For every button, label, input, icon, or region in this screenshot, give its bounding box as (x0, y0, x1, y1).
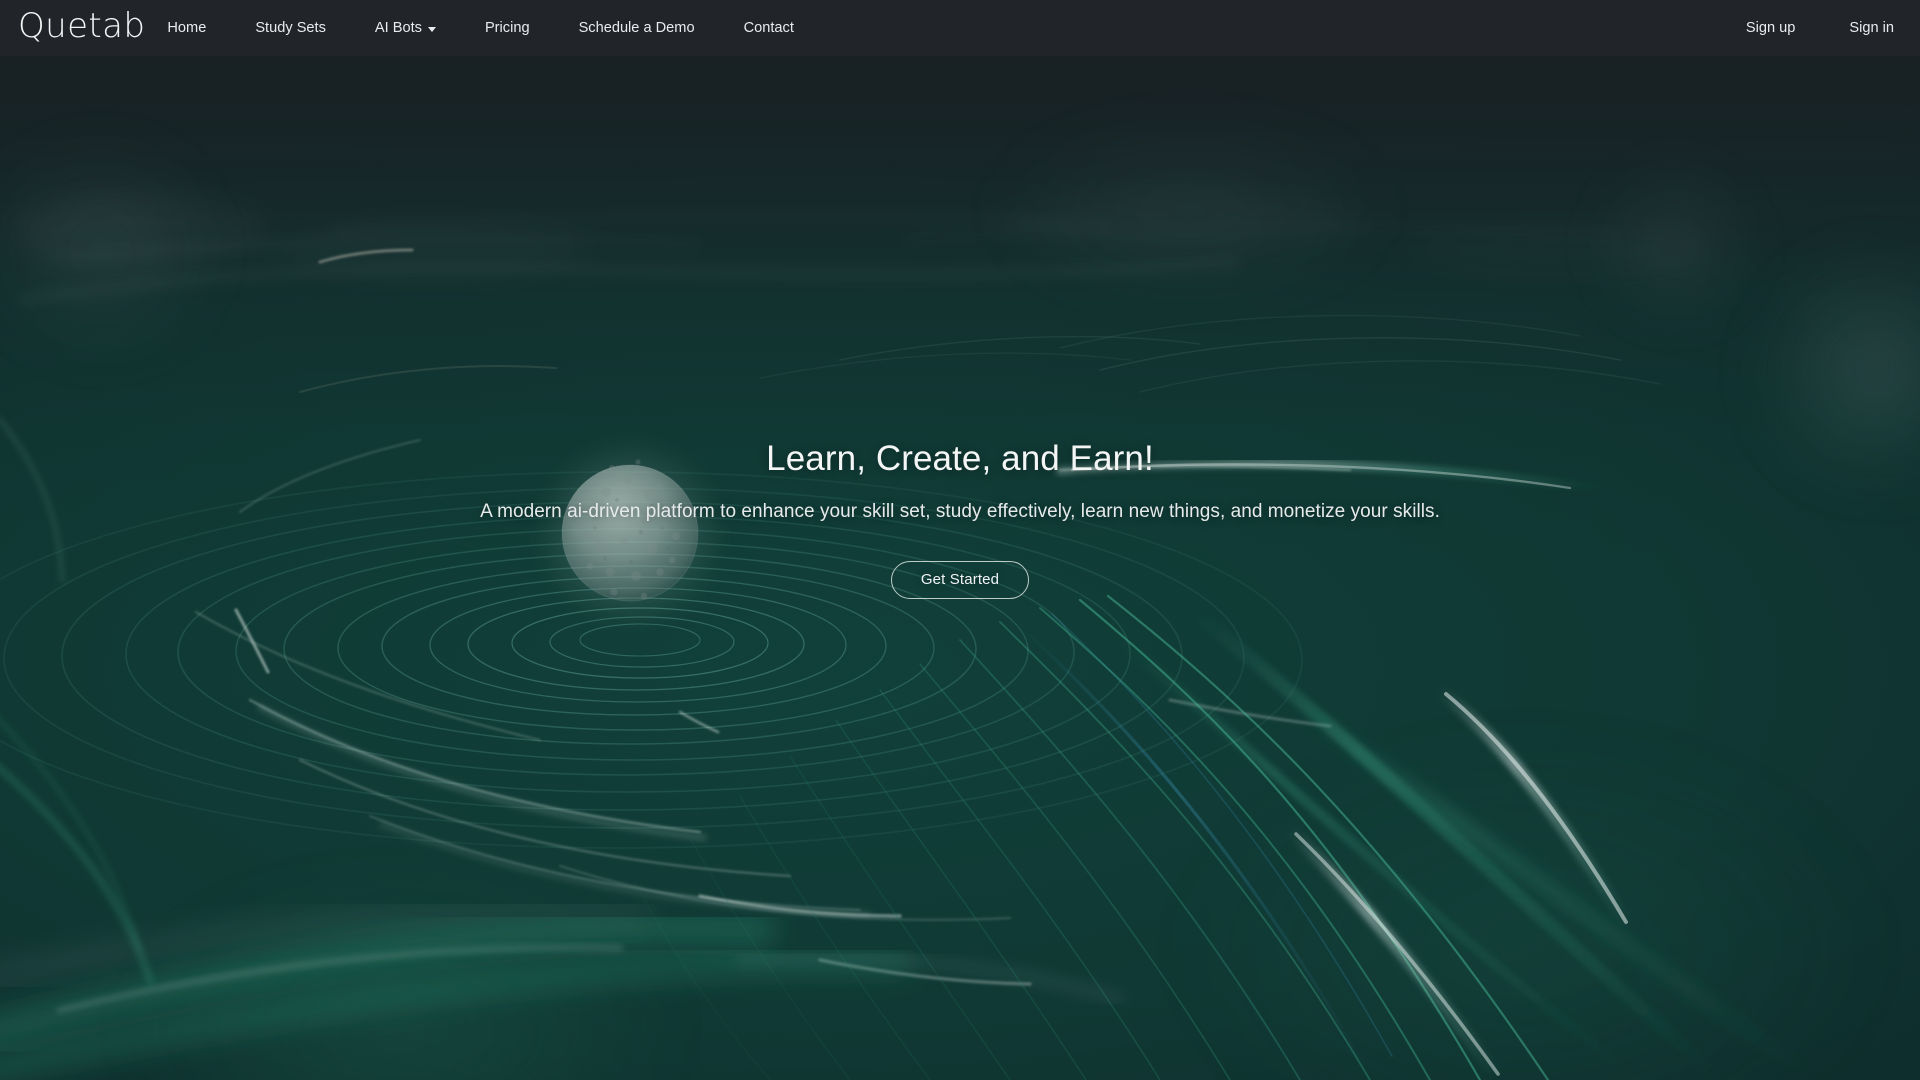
hero-section: Learn, Create, and Earn! A modern ai-dri… (0, 0, 1920, 1080)
nav-link-study-sets-label: Study Sets (255, 20, 326, 36)
brand-logo[interactable]: Quetab (18, 9, 145, 47)
page-root: Quetab Home Study Sets AI Bots Pricing S… (0, 0, 1920, 1080)
nav-link-pricing-label: Pricing (484, 20, 530, 36)
sign-up-label: Sign up (1745, 20, 1796, 36)
get-started-button[interactable]: Get Started (890, 560, 1030, 599)
navbar-right-group: Sign up Sign in (1692, 14, 1894, 42)
nav-link-study-sets[interactable]: Study Sets (255, 14, 326, 42)
navbar-left-group: Quetab Home Study Sets AI Bots Pricing S… (0, 9, 843, 47)
nav-link-contact[interactable]: Contact (744, 14, 794, 42)
hero-title: Learn, Create, and Earn! (766, 439, 1154, 479)
hero-subtitle: A modern ai-driven platform to enhance y… (480, 501, 1440, 523)
nav-link-home[interactable]: Home (167, 14, 206, 42)
nav-link-home-label: Home (167, 20, 207, 36)
chevron-down-icon (427, 26, 436, 32)
main-navbar: Quetab Home Study Sets AI Bots Pricing S… (0, 0, 1920, 56)
nav-link-contact-label: Contact (743, 20, 794, 36)
nav-link-pricing[interactable]: Pricing (485, 14, 530, 42)
sign-in-link[interactable]: Sign in (1849, 14, 1894, 42)
nav-link-schedule-a-demo-label: Schedule a Demo (578, 20, 695, 36)
sign-up-link[interactable]: Sign up (1746, 14, 1796, 42)
nav-link-ai-bots[interactable]: AI Bots (375, 14, 436, 42)
nav-link-schedule-a-demo[interactable]: Schedule a Demo (579, 14, 695, 42)
hero-content: Learn, Create, and Earn! A modern ai-dri… (0, 437, 1920, 599)
sign-in-label: Sign in (1849, 20, 1894, 36)
nav-link-ai-bots-label: AI Bots (374, 20, 422, 36)
